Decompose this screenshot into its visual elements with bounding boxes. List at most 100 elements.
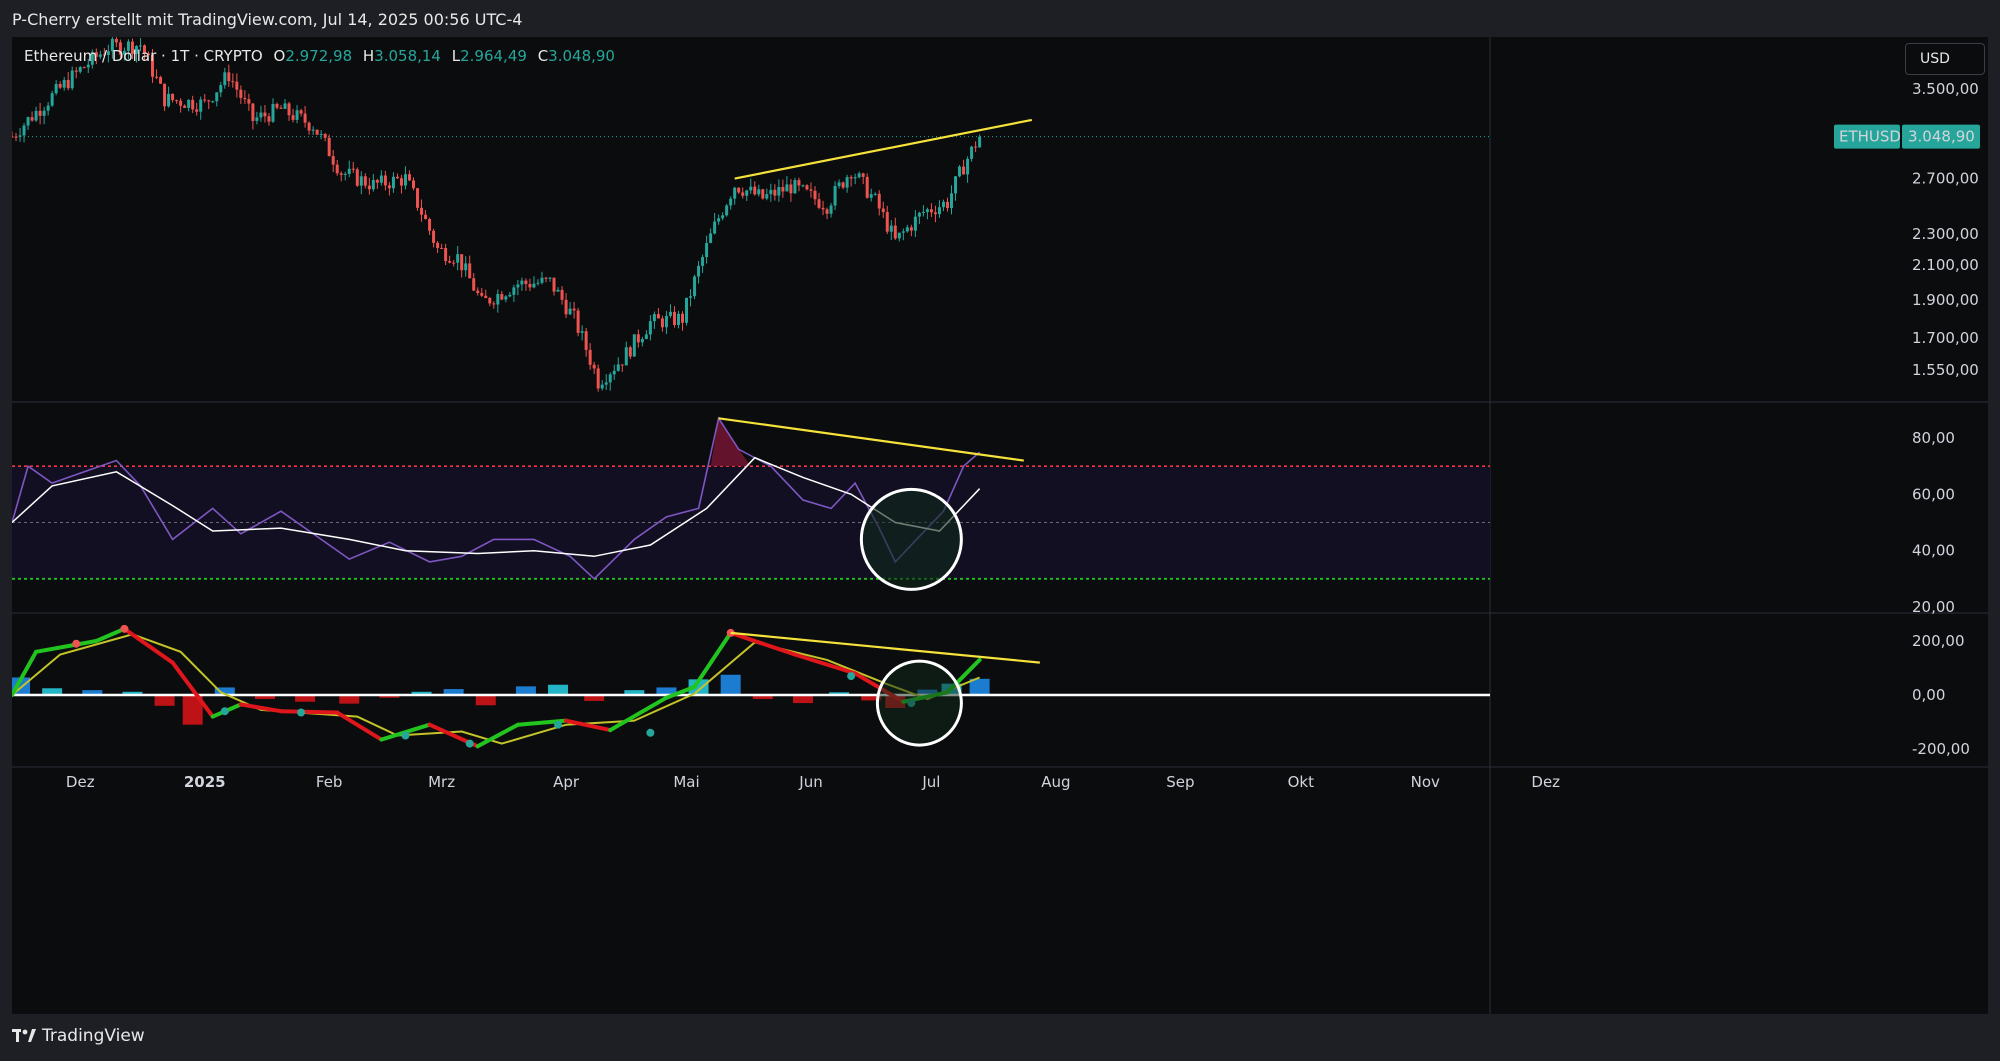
open-label: O: [273, 47, 286, 65]
candle-body: [291, 115, 295, 120]
candle-body: [588, 349, 592, 365]
candle-body: [721, 215, 725, 219]
candle-body: [548, 277, 552, 279]
candle-body: [769, 189, 773, 195]
candle-body: [697, 265, 701, 277]
candle-body: [825, 209, 829, 214]
candle-body: [644, 334, 648, 340]
candle-body: [628, 347, 632, 357]
candle-body: [34, 110, 38, 121]
macd-cross-marker: [72, 639, 81, 648]
tradingview-logo[interactable]: TradingView: [12, 1026, 145, 1046]
candle-body: [239, 89, 243, 98]
candle-body: [259, 112, 263, 118]
candle-body: [323, 133, 327, 138]
candle-body: [978, 136, 982, 148]
candle-body: [42, 110, 46, 116]
candle-body: [833, 186, 837, 206]
candle-body: [580, 331, 584, 333]
chart-area[interactable]: 3.500,00 2.700,00 2.300,00 2.100,00 1.900,00…: [10, 31, 1988, 1014]
candle-body: [432, 230, 436, 243]
chart-svg[interactable]: 3.500,00 2.700,00 2.300,00 2.100,00 1.900,00…: [10, 31, 1988, 1014]
candle-body: [211, 101, 215, 103]
candle-body: [636, 334, 640, 343]
candle-body: [552, 277, 556, 292]
price-axis-tick: 1.550,00: [1912, 361, 1979, 379]
candle-body: [22, 125, 26, 136]
price-axis-tick: 2.300,00: [1912, 225, 1979, 243]
candle-body: [845, 177, 849, 188]
candle-body: [592, 364, 596, 369]
candle-body: [114, 38, 118, 43]
close-value: 3.048,90: [548, 47, 615, 65]
candle-body: [227, 72, 231, 82]
macd-line-segment: [279, 709, 340, 715]
candle-body: [275, 103, 279, 108]
currency-button[interactable]: USD: [1905, 43, 1985, 75]
candle-body: [797, 180, 801, 186]
candle-body: [660, 318, 664, 328]
candle-body: [219, 85, 223, 93]
macd-histogram-bar: [548, 684, 569, 695]
candle-body: [395, 176, 399, 179]
candle-body: [869, 194, 873, 198]
candle-body: [962, 166, 966, 175]
candle-body: [741, 192, 745, 196]
macd-cross-marker: [847, 672, 856, 681]
high-value: 3.058,14: [374, 47, 441, 65]
price-tag-symbol: ETHUSD: [1839, 128, 1901, 146]
candle-body: [929, 209, 933, 213]
time-axis-tick: Dez: [66, 773, 95, 791]
candle-body: [339, 173, 343, 175]
candle-body: [460, 254, 464, 271]
candle-body: [10, 136, 14, 138]
candle-body: [387, 185, 391, 189]
candle-body: [608, 374, 612, 383]
candle-body: [508, 294, 512, 297]
candle-body: [729, 198, 733, 206]
candle-body: [215, 92, 219, 102]
candle-body: [399, 178, 403, 186]
time-axis-tick: Mrz: [428, 773, 455, 791]
candle-body: [600, 384, 604, 389]
candle-body: [520, 280, 524, 285]
candle-body: [199, 99, 203, 112]
candle-body: [853, 177, 857, 179]
candle-body: [82, 67, 86, 69]
candle-body: [311, 129, 315, 131]
candle-body: [38, 110, 42, 116]
candle-body: [829, 205, 833, 214]
candle-body: [319, 133, 323, 135]
macd-histogram-bar: [792, 695, 813, 704]
candle-body: [448, 261, 452, 263]
macd-cross-marker: [554, 720, 563, 729]
candle-body: [572, 308, 576, 311]
time-axis-tick: Aug: [1041, 773, 1070, 791]
candle-body: [873, 193, 877, 195]
candle-body: [713, 221, 717, 234]
time-axis-tick: Sep: [1166, 773, 1194, 791]
candle-body: [813, 190, 817, 200]
candle-body: [187, 99, 191, 108]
candle-body: [604, 382, 608, 385]
candle-body: [781, 187, 785, 192]
candle-body: [496, 293, 500, 305]
candle-body: [171, 93, 175, 101]
candle-body: [560, 289, 564, 300]
candle-body: [347, 168, 351, 174]
candle-body: [909, 227, 913, 231]
candle-body: [801, 185, 805, 187]
candle-body: [761, 189, 765, 199]
candle-body: [737, 187, 741, 193]
candle-body: [247, 99, 251, 104]
candle-body: [905, 227, 909, 232]
candle-body: [155, 76, 159, 78]
candle-body: [544, 277, 548, 279]
time-axis-tick: Jul: [921, 773, 940, 791]
low-label: L: [451, 47, 461, 65]
candle-body: [331, 156, 335, 165]
candle-body: [367, 185, 371, 190]
candle-body: [837, 182, 841, 187]
candle-body: [299, 110, 303, 114]
rsi-axis-tick: 20,00: [1912, 598, 1955, 616]
